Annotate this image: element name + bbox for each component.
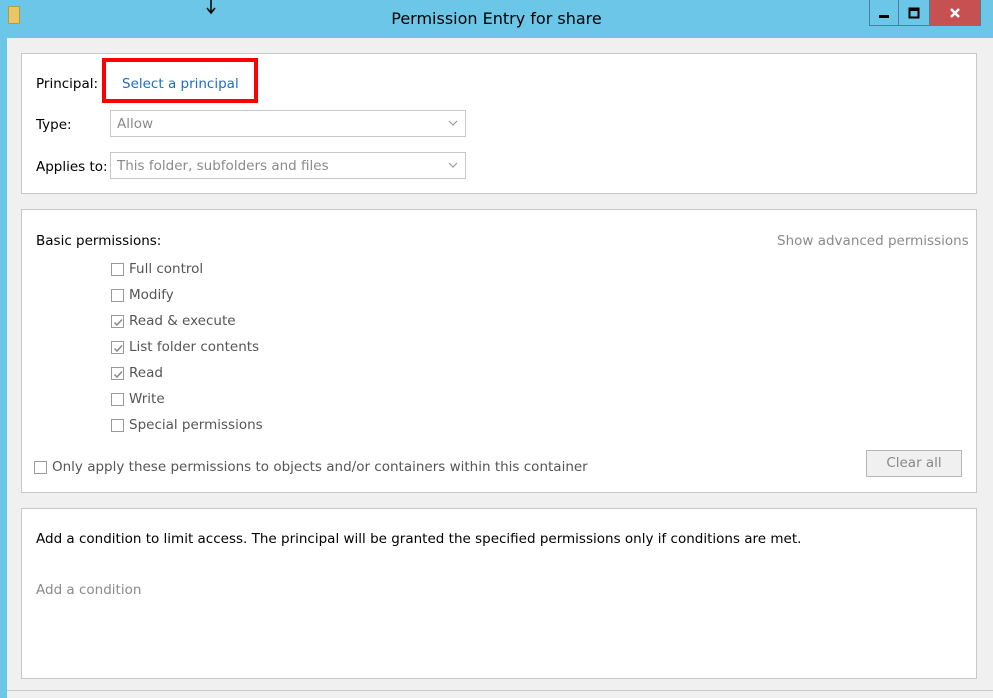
permission-write[interactable]: Write (111, 390, 165, 408)
show-advanced-permissions-link[interactable]: Show advanced permissions (777, 233, 969, 249)
chevron-down-icon (448, 120, 458, 126)
permission-read-execute[interactable]: Read & execute (111, 312, 236, 330)
checkbox[interactable] (111, 418, 124, 432)
checkmark-icon (113, 370, 123, 378)
bottom-divider (7, 690, 993, 691)
permission-read[interactable]: Read (111, 364, 163, 382)
close-icon (950, 7, 960, 18)
checkbox[interactable] (111, 392, 124, 406)
applies-to-value: This folder, subfolders and files (117, 158, 329, 174)
checkmark-icon (113, 344, 123, 352)
add-condition-link[interactable]: Add a condition (36, 582, 141, 598)
checkbox[interactable] (111, 288, 124, 302)
permission-modify[interactable]: Modify (111, 286, 174, 304)
applies-to-label: Applies to: (36, 159, 108, 175)
permission-list-folder-contents[interactable]: List folder contents (111, 338, 259, 356)
principal-label: Principal: (36, 76, 99, 92)
type-value: Allow (117, 116, 154, 132)
checkbox[interactable] (111, 314, 124, 328)
clear-all-button[interactable]: Clear all (866, 450, 962, 477)
maximize-icon (908, 7, 920, 18)
highlight-box (102, 58, 258, 103)
applies-to-dropdown[interactable]: This folder, subfolders and files (110, 152, 466, 179)
permission-full-control[interactable]: Full control (111, 260, 203, 278)
checkbox[interactable] (111, 262, 124, 276)
permission-special[interactable]: Special permissions (111, 416, 263, 434)
checkbox[interactable] (111, 340, 124, 354)
type-label: Type: (36, 117, 72, 133)
title-bar: Permission Entry for share (0, 0, 993, 38)
maximize-button[interactable] (898, 0, 930, 26)
basic-permissions-label: Basic permissions: (36, 233, 162, 249)
only-apply-checkbox-row[interactable]: Only apply these permissions to objects … (34, 458, 588, 476)
chevron-down-icon (448, 162, 458, 168)
window-title: Permission Entry for share (391, 9, 602, 28)
checkbox[interactable] (111, 366, 124, 380)
minimize-icon (879, 14, 889, 18)
checkbox[interactable] (34, 460, 47, 474)
type-dropdown[interactable]: Allow (110, 110, 466, 137)
checkmark-icon (113, 318, 123, 326)
minimize-button[interactable] (869, 0, 899, 26)
close-button[interactable] (929, 0, 981, 26)
condition-description: Add a condition to limit access. The pri… (36, 531, 802, 547)
